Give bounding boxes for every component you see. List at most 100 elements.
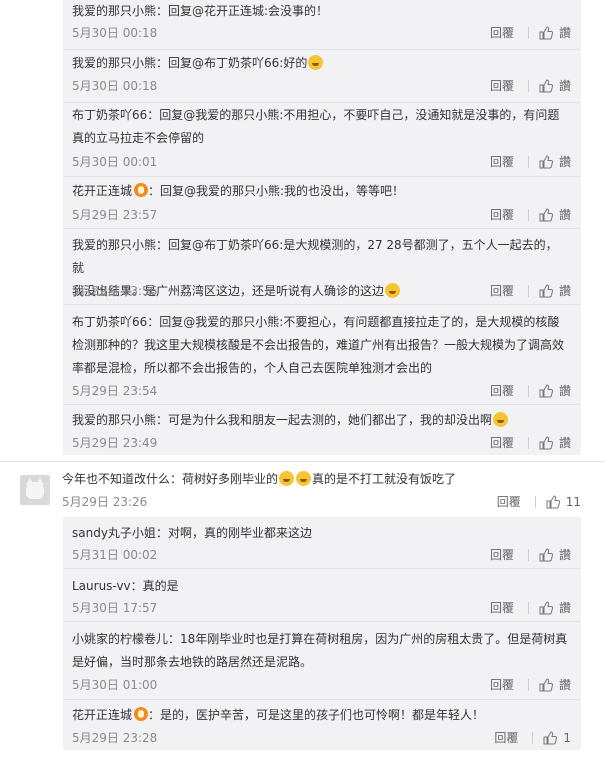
reply-item: 布丁奶茶吖66：回复@我爱的那只小熊:不用担心，不要吓自己，没通知就是没事的，有…	[63, 104, 581, 177]
comment-time: 5月29日 23:26	[62, 495, 148, 509]
reply-author[interactable]: 布丁奶茶吖66	[72, 108, 147, 122]
reply-author[interactable]: 花开正连城	[72, 708, 132, 722]
action-divider	[527, 602, 529, 614]
divider	[63, 699, 581, 700]
like-button[interactable]: 讚	[559, 676, 571, 694]
reply-text: ：对啊，真的刚毕业都来这边	[155, 526, 312, 540]
action-divider	[527, 209, 529, 221]
action-divider	[527, 27, 529, 39]
reply-button[interactable]: 回覆	[490, 153, 514, 171]
divider	[63, 49, 581, 50]
reply-author[interactable]: 花开正连城	[72, 184, 132, 198]
reply-button[interactable]: 回覆	[490, 434, 514, 452]
like-button[interactable]: 讚	[559, 153, 571, 171]
thumbs-up-icon[interactable]	[539, 284, 553, 298]
divider	[63, 568, 581, 569]
reply-button[interactable]: 回覆	[490, 24, 514, 42]
thumbs-up-icon[interactable]	[539, 436, 553, 450]
reply-text: ：回复@我爱的那只小熊:不要担心，有问题都直接拉走了的，是大规模的核酸	[147, 315, 560, 329]
thumbs-up-icon[interactable]	[539, 384, 553, 398]
comment-author[interactable]: 今年也不知道改什么	[62, 472, 170, 486]
reply-time: 5月29日 23:49	[72, 436, 158, 450]
comment-text-end: 真的是不打工就没有饭吃了	[312, 472, 457, 486]
thumbs-up-icon[interactable]	[539, 208, 553, 222]
thumbs-up-icon[interactable]	[539, 601, 553, 615]
action-divider	[527, 80, 529, 92]
reply-text: ：回复@布丁奶茶吖66:好的	[156, 56, 308, 70]
reply-button[interactable]: 回覆	[497, 493, 521, 511]
reply-text: ：是的，医护辛苦，可是这里的孩子们也可怜啊！都是年轻人！	[148, 708, 485, 722]
thumbs-up-icon[interactable]	[539, 79, 553, 93]
vip-badge-icon	[134, 707, 149, 721]
reply-text: ：真的是	[130, 579, 179, 593]
reply-author[interactable]: 我爱的那只小熊	[72, 413, 156, 427]
reply-time: 5月29日 23:28	[72, 731, 158, 745]
reply-button[interactable]: 回覆	[494, 729, 518, 747]
reply-author[interactable]: 我爱的那只小熊	[72, 238, 156, 252]
like-button[interactable]: 讚	[559, 546, 571, 564]
like-count[interactable]: 1	[563, 729, 571, 747]
like-button[interactable]: 讚	[559, 434, 571, 452]
reply-author[interactable]: Laurus-vv	[72, 579, 131, 593]
thumbs-up-icon[interactable]	[539, 155, 553, 169]
divider	[63, 102, 581, 103]
like-button[interactable]: 讚	[559, 77, 571, 95]
reply-time: 5月29日 23:54	[72, 384, 158, 398]
reply-time: 5月30日 00:18	[72, 79, 158, 93]
divider	[63, 304, 581, 305]
reply-author[interactable]: sandy丸子小姐	[72, 526, 156, 540]
thumbs-up-icon[interactable]	[539, 548, 553, 562]
reply-button[interactable]: 回覆	[490, 77, 514, 95]
reply-text-line3: 率都是混检，所以都不会出报告的，个人自己去医院单独测才会出的	[72, 361, 433, 375]
reply-item: 我爱的那只小熊：回复@布丁奶茶吖66:是大规模测的，27 28号都测了，五个人一…	[63, 230, 581, 305]
reply-text: ：18年刚毕业时也是打算在荷树租房，因为广州的房租太贵了。但是荷树真	[168, 632, 568, 646]
reply-author[interactable]: 布丁奶茶吖66	[72, 315, 147, 329]
reply-time: 5月30日 01:00	[72, 678, 158, 692]
reply-button[interactable]: 回覆	[490, 382, 514, 400]
action-divider	[527, 285, 529, 297]
reply-item: sandy丸子小姐：对啊，真的刚毕业都来这边 5月31日 00:02 回覆 讚	[63, 517, 581, 569]
reply-text: ：回复@我爱的那只小熊:不用担心，不要吓自己，没通知就是没事的，有问题	[147, 108, 560, 122]
reply-item: 我爱的那只小熊：回复@布丁奶茶吖66:好的 5月30日 00:18 回覆 讚	[63, 51, 581, 103]
action-divider	[527, 679, 529, 691]
action-divider	[527, 549, 529, 561]
thumbs-up-icon[interactable]	[539, 678, 553, 692]
reply-group-1: 我爱的那只小熊：回复@花开正连城:会没事的！ 5月30日 00:18 回覆 讚 …	[63, 0, 581, 455]
reply-text: ：回复@花开正连城:会没事的！	[156, 4, 329, 18]
crying-emoji-icon	[279, 471, 295, 486]
reply-button[interactable]: 回覆	[490, 282, 514, 300]
crying-emoji-icon	[308, 55, 324, 70]
reply-author[interactable]: 小姚家的柠檬卷儿	[72, 632, 168, 646]
action-divider	[532, 732, 534, 744]
reply-group-2: sandy丸子小姐：对啊，真的刚毕业都来这边 5月31日 00:02 回覆 讚 …	[63, 517, 581, 750]
like-button[interactable]: 讚	[559, 24, 571, 42]
like-button[interactable]: 讚	[559, 282, 571, 300]
reply-text-line2: 是好偏，当时那条去地铁的路居然还是泥路。	[72, 655, 313, 669]
reply-item: 小姚家的柠檬卷儿：18年刚毕业时也是打算在荷树租房，因为广州的房租太贵了。但是荷…	[63, 623, 581, 700]
reply-text: ：可是为什么我和朋友一起去测的，她们都出了，我的却没出啊	[156, 413, 493, 427]
reply-item: 花开正连城 ：回复@我爱的那只小熊:我的也没出，等等吧！ 5月29日 23:57 …	[63, 178, 581, 229]
like-button[interactable]: 讚	[559, 382, 571, 400]
action-divider	[527, 437, 529, 449]
reply-author[interactable]: 我爱的那只小熊	[72, 4, 156, 18]
action-divider	[527, 385, 529, 397]
avatar[interactable]	[20, 475, 50, 505]
thumbs-up-icon[interactable]	[543, 731, 558, 745]
crying-emoji-icon	[493, 412, 509, 427]
like-count[interactable]: 11	[566, 493, 581, 511]
reply-author[interactable]: 我爱的那只小熊	[72, 56, 156, 70]
comment-item: 今年也不知道改什么：荷树好多刚毕业的 真的是不打工就没有饭吃了 5月29日 23:…	[0, 462, 605, 515]
divider	[63, 228, 581, 229]
reply-time: 5月31日 00:02	[72, 548, 158, 562]
action-divider	[534, 496, 536, 508]
comments-panel: 我爱的那只小熊：回复@花开正连城:会没事的！ 5月30日 00:18 回覆 讚 …	[0, 0, 605, 757]
reply-button[interactable]: 回覆	[490, 599, 514, 617]
reply-button[interactable]: 回覆	[490, 546, 514, 564]
like-button[interactable]: 讚	[559, 206, 571, 224]
thumbs-up-icon[interactable]	[546, 495, 560, 509]
like-button[interactable]: 讚	[559, 599, 571, 617]
reply-button[interactable]: 回覆	[490, 676, 514, 694]
reply-button[interactable]: 回覆	[490, 206, 514, 224]
divider	[63, 176, 581, 177]
thumbs-up-icon[interactable]	[539, 26, 553, 40]
